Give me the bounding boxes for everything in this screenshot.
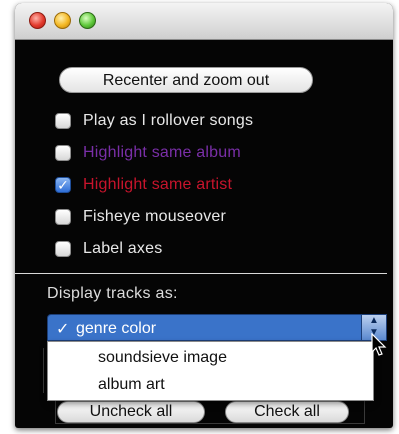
zoom-window-icon[interactable] — [79, 12, 96, 29]
check-icon: ✓ — [56, 320, 70, 338]
minimize-window-icon[interactable] — [54, 12, 71, 29]
option-label: Fisheye mouseover — [83, 208, 227, 225]
display-tracks-select[interactable]: ✓ genre color ▲ ▼ — [47, 314, 387, 341]
check-all-button[interactable]: Check all — [225, 401, 349, 423]
option-label: Highlight same artist — [83, 176, 233, 193]
select-value: genre color — [76, 319, 157, 337]
menu-item-soundsieve-image[interactable]: soundsieve image — [48, 345, 373, 370]
display-tracks-menu: soundsieve image album art — [47, 341, 374, 401]
uncheck-all-button[interactable]: Uncheck all — [57, 401, 205, 423]
option-highlight-album[interactable]: Highlight same album — [55, 141, 241, 165]
mouse-cursor-icon — [371, 333, 387, 356]
option-highlight-artist[interactable]: ✓ Highlight same artist — [55, 173, 232, 197]
option-play-rollover[interactable]: Play as I rollover songs — [55, 109, 253, 133]
checkbox[interactable] — [55, 113, 71, 129]
option-fisheye[interactable]: Fisheye mouseover — [55, 205, 226, 229]
divider — [15, 273, 387, 274]
option-label: Play as I rollover songs — [83, 112, 254, 129]
select-current-row[interactable]: ✓ genre color — [48, 315, 156, 342]
title-bar — [15, 3, 393, 40]
close-window-icon[interactable] — [29, 12, 46, 29]
display-tracks-label: Display tracks as: — [47, 285, 178, 302]
recenter-zoom-out-button[interactable]: Recenter and zoom out — [59, 67, 313, 93]
checkbox[interactable]: ✓ — [55, 177, 71, 193]
option-label-axes[interactable]: Label axes — [55, 237, 162, 261]
checkbox[interactable] — [55, 241, 71, 257]
option-label: Highlight same album — [83, 144, 241, 161]
player-options-window: Recenter and zoom out Play as I rollover… — [15, 3, 393, 428]
checkbox[interactable] — [55, 209, 71, 225]
option-label: Label axes — [83, 240, 163, 257]
menu-item-album-art[interactable]: album art — [48, 372, 373, 397]
check-icon: ✓ — [57, 177, 69, 193]
divider — [43, 348, 44, 393]
checkbox[interactable] — [55, 145, 71, 161]
